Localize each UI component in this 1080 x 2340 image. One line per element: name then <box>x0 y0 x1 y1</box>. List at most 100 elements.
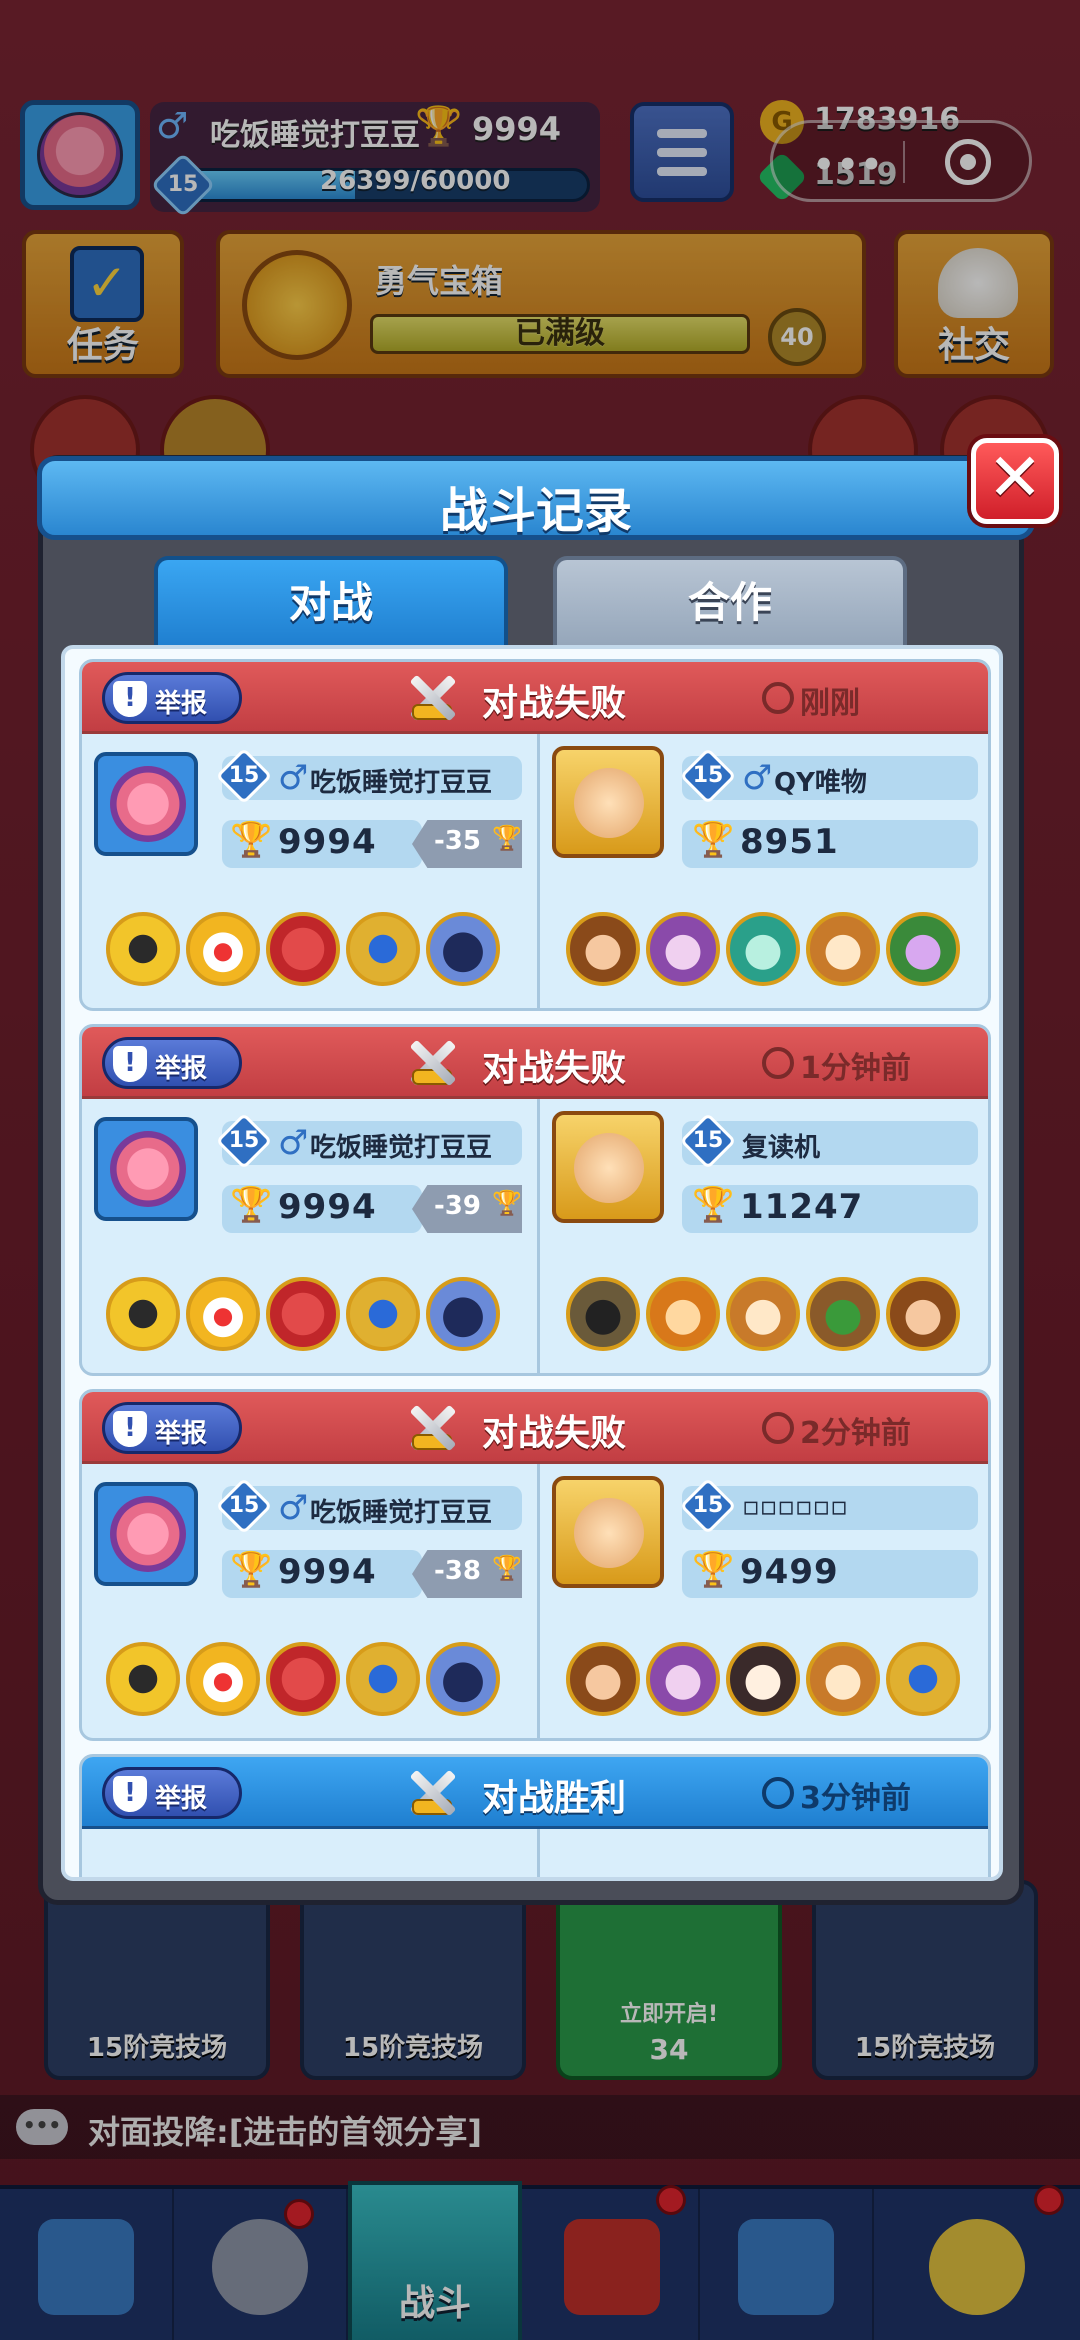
my-name: 吃饭睡觉打豆豆 <box>310 768 493 798</box>
hero-icon[interactable] <box>266 1277 340 1351</box>
hero-icon[interactable] <box>186 1642 260 1716</box>
hero-icon[interactable] <box>886 1642 960 1716</box>
record-divider <box>537 1464 540 1738</box>
report-label: 举报 <box>155 1419 208 1449</box>
hero-icon[interactable] <box>806 1277 880 1351</box>
hero-icon[interactable] <box>646 1277 720 1351</box>
clock-icon <box>762 682 794 714</box>
hero-icon[interactable] <box>646 1642 720 1716</box>
shield-icon: ! <box>113 1046 147 1082</box>
battle-result: 对战失败 <box>482 1413 627 1454</box>
hero-icon[interactable] <box>646 912 720 986</box>
opponent-avatar[interactable] <box>552 1476 664 1588</box>
male-icon: ♂ <box>742 758 773 798</box>
record-divider <box>537 1829 540 1877</box>
report-label: 举报 <box>155 1054 208 1084</box>
my-avatar[interactable] <box>94 1117 198 1221</box>
opponent-name: 复读机 <box>742 1133 821 1163</box>
close-icon: ✕ <box>987 439 1043 516</box>
crossed-swords-icon <box>402 1398 462 1458</box>
shield-icon: ! <box>113 681 147 717</box>
hero-icon[interactable] <box>566 912 640 986</box>
report-button[interactable]: ! 举报 <box>102 1402 242 1454</box>
hero-icon[interactable] <box>106 1277 180 1351</box>
trophy-delta: -38 <box>434 1556 481 1586</box>
battle-result: 对战失败 <box>482 1048 627 1089</box>
my-avatar[interactable] <box>94 752 198 856</box>
record-header: ! 举报 对战失败 2分钟前 <box>82 1392 988 1464</box>
hero-icon[interactable] <box>566 1277 640 1351</box>
report-button[interactable]: ! 举报 <box>102 1037 242 1089</box>
trophy-icon: 🏆 <box>230 1185 273 1225</box>
report-button[interactable]: ! 举报 <box>102 672 242 724</box>
male-icon: ♂ <box>278 758 309 798</box>
trophy-icon: 🏆 <box>230 1550 273 1590</box>
hero-icon[interactable] <box>266 1642 340 1716</box>
hero-icon[interactable] <box>346 1642 420 1716</box>
crossed-swords-icon <box>402 668 462 728</box>
clock-icon <box>762 1047 794 1079</box>
report-label: 举报 <box>155 1784 208 1814</box>
record-divider <box>537 734 540 1008</box>
trophy-icon: 🏆 <box>692 1550 735 1590</box>
hero-icon[interactable] <box>426 1642 500 1716</box>
hero-icon[interactable] <box>806 1642 880 1716</box>
battle-time: 1分钟前 <box>800 1051 911 1086</box>
modal-header: 战斗记录 <box>37 456 1035 540</box>
male-icon: ♂ <box>278 1123 309 1163</box>
hero-icon[interactable] <box>886 1277 960 1351</box>
trophy-icon: 🏆 <box>692 820 735 860</box>
trophy-small-icon: 🏆 <box>492 824 522 852</box>
tab-versus[interactable]: 对战 <box>154 556 508 646</box>
report-label: 举报 <box>155 689 208 719</box>
hero-icon[interactable] <box>886 912 960 986</box>
trophy-delta: -35 <box>434 826 481 856</box>
hero-icon[interactable] <box>186 912 260 986</box>
shield-icon: ! <box>113 1776 147 1812</box>
hero-icon[interactable] <box>726 912 800 986</box>
opponent-trophies: 8951 <box>740 822 839 862</box>
hero-icon[interactable] <box>266 912 340 986</box>
battle-time: 2分钟前 <box>800 1416 911 1451</box>
hero-icon[interactable] <box>106 1642 180 1716</box>
hero-icon[interactable] <box>806 912 880 986</box>
my-trophies: 9994 <box>278 1552 377 1592</box>
hero-icon[interactable] <box>426 1277 500 1351</box>
record-header: ! 举报 对战失败 刚刚 <box>82 662 988 734</box>
modal-title: 战斗记录 <box>439 483 632 539</box>
hero-icon[interactable] <box>346 1277 420 1351</box>
battle-records-modal: 战斗记录 ✕ 对战 合作 ! 举报 对战失败 刚刚 15 ♂ 吃饭睡觉打豆豆 🏆… <box>37 438 1059 1905</box>
opponent-avatar[interactable] <box>552 746 664 858</box>
battle-record: ! 举报 对战失败 1分钟前 15 ♂ 吃饭睡觉打豆豆 🏆 9994 -39 🏆 <box>79 1024 991 1376</box>
tab-coop[interactable]: 合作 <box>553 556 907 646</box>
my-trophies: 9994 <box>278 822 377 862</box>
hero-icon[interactable] <box>426 912 500 986</box>
records-list[interactable]: ! 举报 对战失败 刚刚 15 ♂ 吃饭睡觉打豆豆 🏆 9994 -35 🏆 1… <box>61 645 1003 1881</box>
clock-icon <box>762 1412 794 1444</box>
opponent-avatar[interactable] <box>552 1111 664 1223</box>
opponent-trophies: 9499 <box>740 1552 839 1592</box>
report-button[interactable]: ! 举报 <box>102 1767 242 1819</box>
crossed-swords-icon <box>402 1763 462 1823</box>
crossed-swords-icon <box>402 1033 462 1093</box>
battle-time: 3分钟前 <box>800 1781 911 1816</box>
hero-icon[interactable] <box>726 1642 800 1716</box>
opponent-trophies: 11247 <box>740 1187 864 1227</box>
hero-icon[interactable] <box>726 1277 800 1351</box>
hero-icon[interactable] <box>566 1642 640 1716</box>
close-button[interactable]: ✕ <box>971 438 1059 524</box>
hero-icon[interactable] <box>346 912 420 986</box>
my-avatar[interactable] <box>94 1482 198 1586</box>
trophy-delta: -39 <box>434 1191 481 1221</box>
trophy-small-icon: 🏆 <box>492 1554 522 1582</box>
clock-icon <box>762 1777 794 1809</box>
male-icon: ♂ <box>278 1488 309 1528</box>
trophy-icon: 🏆 <box>230 820 273 860</box>
battle-record: ! 举报 对战胜利 3分钟前 <box>79 1754 991 1877</box>
battle-result: 对战胜利 <box>482 1778 627 1819</box>
hero-icon[interactable] <box>186 1277 260 1351</box>
hero-icon[interactable] <box>106 912 180 986</box>
trophy-small-icon: 🏆 <box>492 1189 522 1217</box>
battle-record: ! 举报 对战失败 2分钟前 15 ♂ 吃饭睡觉打豆豆 🏆 9994 -38 🏆 <box>79 1389 991 1741</box>
opponent-name: QY唯物 <box>774 768 867 798</box>
